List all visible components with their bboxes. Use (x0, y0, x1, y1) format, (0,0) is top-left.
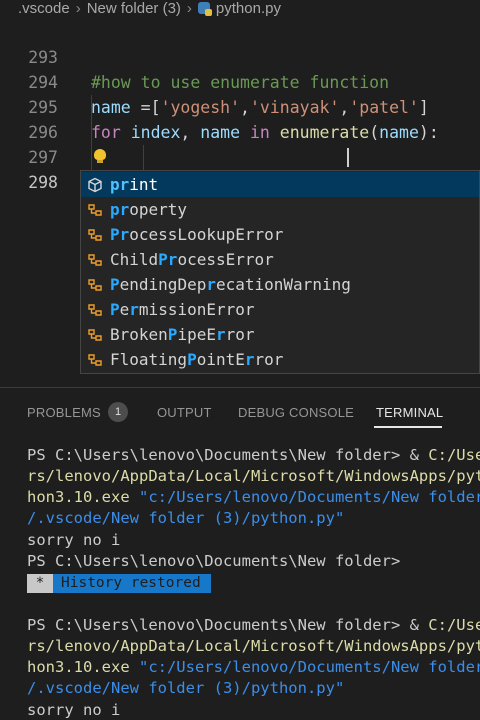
suggestion-label: BrokenPipeError (110, 325, 255, 344)
tab-output[interactable]: OUTPUT (157, 405, 212, 420)
class-icon (88, 279, 102, 291)
terminal-line: sorry no i (27, 531, 121, 549)
suggestion-item[interactable]: property (81, 197, 479, 222)
python-file-icon (197, 2, 212, 16)
suggestion-item[interactable]: ProcessLookupError (81, 222, 479, 247)
suggestion-item[interactable]: FloatingPointError (81, 347, 479, 372)
terminal-line: /.vscode/New folder (3)/python.py" (27, 679, 345, 697)
class-icon (88, 304, 102, 316)
terminal[interactable]: PS C:\Users\lenovo\Documents\New folder>… (0, 443, 480, 720)
code-line-active[interactable]: 298 pr (0, 145, 480, 297)
suggestion-label: property (110, 200, 188, 219)
code-line[interactable]: 293 #how to use enumerate function (0, 20, 480, 92)
lightbulb-icon[interactable] (94, 149, 106, 163)
suggestion-label: print (110, 175, 159, 194)
indent-guide (91, 95, 92, 120)
indent-guide (91, 120, 92, 145)
code-line[interactable]: 294 name =['yogesh','vinayak','patel'] (0, 45, 480, 117)
suggestion-label: PendingDeprecationWarning (110, 275, 351, 294)
tab-problems[interactable]: PROBLEMS (27, 405, 101, 420)
code-line[interactable]: 297 if(index==1): (0, 120, 480, 217)
history-star: * (27, 574, 53, 593)
breadcrumb-item-folder[interactable]: New folder (3) (87, 0, 181, 16)
terminal-line: rs/lenovo/AppData/Local/Microsoft/Window… (27, 637, 480, 655)
history-restored-banner: * History restored (27, 574, 211, 593)
panel-divider[interactable] (0, 387, 480, 388)
tab-terminal[interactable]: TERMINAL (376, 405, 443, 420)
chevron-right-icon: › (75, 0, 81, 16)
suggestion-item[interactable]: BrokenPipeError (81, 322, 479, 347)
suggestion-label: FloatingPointError (110, 350, 284, 369)
suggestion-label: ProcessLookupError (110, 225, 284, 244)
code-line[interactable]: 296 print(name) (0, 95, 480, 192)
suggestion-item[interactable]: PendingDeprecationWarning (81, 272, 479, 297)
class-icon (88, 354, 102, 366)
breadcrumb-item-file[interactable]: python.py (216, 0, 281, 16)
class-icon (88, 204, 102, 216)
chevron-right-icon: › (186, 0, 192, 16)
indent-guide (143, 145, 144, 170)
terminal-line: hon3.10.exe "c:/Users/lenovo/Documents/N… (27, 488, 480, 506)
class-icon (88, 329, 102, 341)
autocomplete-widget[interactable]: print property ProcessLookupError ChildP… (80, 170, 480, 374)
suggestion-item[interactable]: print (81, 172, 479, 197)
line-number: 298 (28, 173, 58, 192)
suggestion-item[interactable]: ChildProcessError (81, 247, 479, 272)
breadcrumb: .vscode › New folder (3) › python.py (0, 0, 480, 16)
class-icon (88, 229, 102, 241)
terminal-line: rs/lenovo/AppData/Local/Microsoft/Window… (27, 467, 480, 485)
suggestion-label: PermissionError (110, 300, 255, 319)
terminal-line: sorry no i (27, 701, 121, 719)
history-text: History restored (53, 574, 211, 593)
active-tab-indicator (374, 426, 442, 428)
indent-guide (91, 145, 92, 170)
problems-count-badge: 1 (108, 402, 128, 422)
terminal-line: PS C:\Users\lenovo\Documents\New folder>… (27, 616, 480, 634)
breadcrumb-item-vscode[interactable]: .vscode (18, 0, 70, 16)
class-icon (88, 254, 102, 266)
suggestion-label: ChildProcessError (110, 250, 274, 269)
terminal-line: PS C:\Users\lenovo\Documents\New folder> (27, 552, 401, 570)
text-cursor-icon (347, 148, 349, 167)
tab-debug-console[interactable]: DEBUG CONSOLE (238, 405, 354, 420)
code-line[interactable]: 295 for index, name in enumerate(name): (0, 70, 480, 142)
panel-tabs: PROBLEMS OUTPUT DEBUG CONSOLE TERMINAL (0, 389, 480, 433)
terminal-line: /.vscode/New folder (3)/python.py" (27, 509, 345, 527)
terminal-line: hon3.10.exe "c:/Users/lenovo/Documents/N… (27, 658, 480, 676)
suggestion-item[interactable]: PermissionError (81, 297, 479, 322)
cube-icon (88, 177, 102, 193)
terminal-line: PS C:\Users\lenovo\Documents\New folder>… (27, 446, 480, 464)
